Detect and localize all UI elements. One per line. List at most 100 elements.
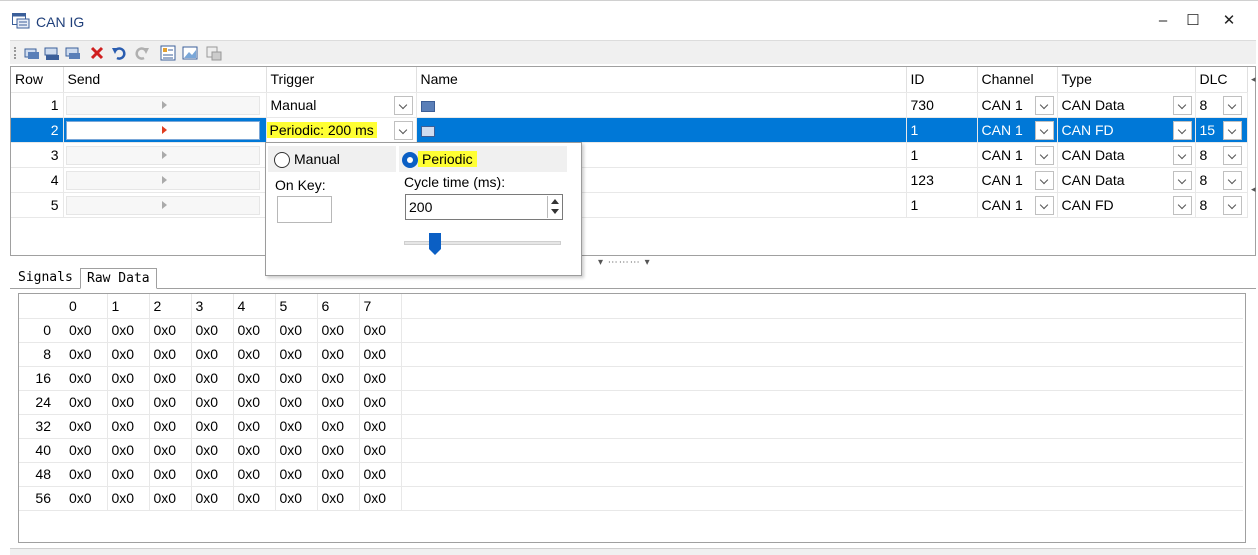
raw-byte-cell[interactable]: 0x0 bbox=[275, 486, 318, 511]
type-cell[interactable]: CAN Data bbox=[1057, 142, 1196, 168]
column-header-dlc[interactable]: DLC bbox=[1195, 67, 1248, 93]
cycle-time-slider[interactable] bbox=[404, 241, 561, 245]
raw-byte-cell[interactable]: 0x0 bbox=[149, 366, 192, 391]
raw-byte-cell[interactable]: 0x0 bbox=[275, 462, 318, 487]
raw-byte-cell[interactable]: 0x0 bbox=[317, 366, 360, 391]
spin-down-icon[interactable] bbox=[551, 209, 559, 214]
column-header-channel[interactable]: Channel bbox=[977, 67, 1058, 93]
column-header-id[interactable]: ID bbox=[906, 67, 978, 93]
dlc-cell[interactable]: 15 bbox=[1195, 117, 1248, 143]
manual-radio[interactable] bbox=[274, 152, 290, 168]
raw-byte-cell[interactable]: 0x0 bbox=[191, 390, 234, 415]
raw-byte-cell[interactable]: 0x0 bbox=[149, 462, 192, 487]
raw-byte-cell[interactable]: 0x0 bbox=[149, 318, 192, 343]
type-dropdown-button[interactable] bbox=[1172, 170, 1192, 190]
raw-byte-cell[interactable]: 0x0 bbox=[65, 318, 108, 343]
channel-cell[interactable]: CAN 1 bbox=[977, 92, 1058, 118]
dlc-dropdown-button[interactable] bbox=[1222, 95, 1242, 115]
raw-byte-cell[interactable]: 0x0 bbox=[107, 486, 150, 511]
column-header-send[interactable]: Send bbox=[63, 67, 267, 93]
raw-byte-cell[interactable]: 0x0 bbox=[317, 342, 360, 367]
column-header-row[interactable]: Row bbox=[11, 67, 64, 93]
dlc-dropdown-button[interactable] bbox=[1222, 145, 1242, 165]
id-cell[interactable]: 1 bbox=[906, 117, 978, 143]
properties-icon[interactable] bbox=[160, 45, 176, 61]
dlc-dropdown-button[interactable] bbox=[1222, 170, 1242, 190]
type-cell[interactable]: CAN FD bbox=[1057, 117, 1196, 143]
send-button[interactable] bbox=[65, 145, 260, 165]
raw-byte-cell[interactable]: 0x0 bbox=[107, 366, 150, 391]
raw-byte-cell[interactable]: 0x0 bbox=[107, 414, 150, 439]
spin-up-icon[interactable] bbox=[551, 199, 559, 204]
raw-byte-cell[interactable]: 0x0 bbox=[317, 462, 360, 487]
delete-icon[interactable] bbox=[89, 45, 105, 61]
trigger-dropdown-button[interactable] bbox=[393, 120, 413, 140]
type-cell[interactable]: CAN Data bbox=[1057, 167, 1196, 193]
on-key-input[interactable] bbox=[277, 196, 332, 223]
raw-byte-cell[interactable]: 0x0 bbox=[233, 486, 276, 511]
maximize-button[interactable]: ☐ bbox=[1178, 9, 1208, 33]
raw-byte-cell[interactable]: 0x0 bbox=[275, 390, 318, 415]
raw-byte-cell[interactable]: 0x0 bbox=[65, 486, 108, 511]
raw-byte-cell[interactable]: 0x0 bbox=[233, 342, 276, 367]
raw-byte-cell[interactable]: 0x0 bbox=[275, 342, 318, 367]
tab-signals[interactable]: Signals bbox=[12, 268, 79, 289]
dlc-dropdown-button[interactable] bbox=[1222, 195, 1242, 215]
image-icon[interactable] bbox=[182, 45, 198, 61]
type-cell[interactable]: CAN FD bbox=[1057, 192, 1196, 218]
raw-byte-cell[interactable]: 0x0 bbox=[233, 318, 276, 343]
raw-byte-cell[interactable]: 0x0 bbox=[149, 342, 192, 367]
raw-byte-cell[interactable]: 0x0 bbox=[233, 462, 276, 487]
raw-byte-cell[interactable]: 0x0 bbox=[233, 390, 276, 415]
raw-byte-cell[interactable]: 0x0 bbox=[275, 366, 318, 391]
type-dropdown-button[interactable] bbox=[1172, 145, 1192, 165]
raw-byte-cell[interactable]: 0x0 bbox=[65, 462, 108, 487]
trigger-cell[interactable]: Manual bbox=[266, 92, 417, 118]
raw-byte-cell[interactable]: 0x0 bbox=[191, 462, 234, 487]
channel-dropdown-button[interactable] bbox=[1034, 170, 1054, 190]
raw-byte-cell[interactable]: 0x0 bbox=[107, 462, 150, 487]
raw-byte-cell[interactable]: 0x0 bbox=[191, 342, 234, 367]
raw-byte-cell[interactable]: 0x0 bbox=[65, 342, 108, 367]
raw-byte-cell[interactable]: 0x0 bbox=[317, 390, 360, 415]
add-canfd-message-icon[interactable] bbox=[44, 45, 60, 61]
table-row-selected[interactable]: 2 Periodic: 200 ms 1 CAN 1 CAN FD 15 bbox=[11, 117, 1248, 143]
type-cell[interactable]: CAN Data bbox=[1057, 92, 1196, 118]
channel-dropdown-button[interactable] bbox=[1034, 145, 1054, 165]
raw-byte-cell[interactable]: 0x0 bbox=[65, 366, 108, 391]
table-row[interactable]: 3 1 CAN 1 CAN Data 8 bbox=[11, 142, 1248, 168]
channel-cell[interactable]: CAN 1 bbox=[977, 167, 1058, 193]
grid-scroll-edge[interactable]: ◂ ◂ bbox=[1249, 66, 1258, 256]
dlc-cell[interactable]: 8 bbox=[1195, 142, 1248, 168]
raw-byte-cell[interactable]: 0x0 bbox=[191, 486, 234, 511]
raw-byte-cell[interactable]: 0x0 bbox=[359, 342, 402, 367]
add-frame-icon[interactable] bbox=[65, 45, 81, 61]
id-cell[interactable]: 123 bbox=[906, 167, 978, 193]
tab-raw-data[interactable]: Raw Data bbox=[80, 268, 157, 289]
raw-byte-cell[interactable]: 0x0 bbox=[359, 414, 402, 439]
raw-byte-cell[interactable]: 0x0 bbox=[65, 414, 108, 439]
type-dropdown-button[interactable] bbox=[1172, 95, 1192, 115]
id-cell[interactable]: 1 bbox=[906, 192, 978, 218]
id-cell[interactable]: 730 bbox=[906, 92, 978, 118]
trigger-cell[interactable]: Periodic: 200 ms bbox=[266, 117, 417, 143]
channel-cell[interactable]: CAN 1 bbox=[977, 192, 1058, 218]
raw-byte-cell[interactable]: 0x0 bbox=[275, 318, 318, 343]
raw-byte-cell[interactable]: 0x0 bbox=[107, 438, 150, 463]
undo-icon[interactable] bbox=[111, 45, 127, 61]
cycle-time-input[interactable]: 200 bbox=[405, 194, 563, 220]
toolbar-grip[interactable] bbox=[14, 47, 17, 59]
raw-byte-cell[interactable]: 0x0 bbox=[275, 438, 318, 463]
raw-byte-cell[interactable]: 0x0 bbox=[359, 366, 402, 391]
settings-icon[interactable] bbox=[206, 45, 222, 61]
raw-byte-cell[interactable]: 0x0 bbox=[317, 318, 360, 343]
raw-byte-cell[interactable]: 0x0 bbox=[359, 438, 402, 463]
raw-byte-cell[interactable]: 0x0 bbox=[359, 462, 402, 487]
periodic-radio[interactable] bbox=[402, 152, 418, 168]
send-button[interactable] bbox=[65, 95, 260, 115]
type-dropdown-button[interactable] bbox=[1172, 195, 1192, 215]
raw-byte-cell[interactable]: 0x0 bbox=[317, 414, 360, 439]
raw-byte-cell[interactable]: 0x0 bbox=[65, 438, 108, 463]
dlc-cell[interactable]: 8 bbox=[1195, 192, 1248, 218]
raw-byte-cell[interactable]: 0x0 bbox=[191, 318, 234, 343]
